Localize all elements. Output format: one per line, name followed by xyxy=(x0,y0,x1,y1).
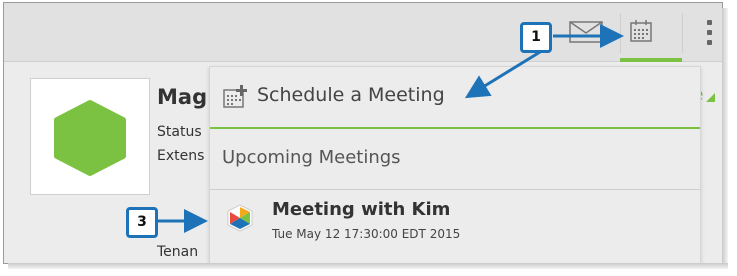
avatar xyxy=(30,78,150,195)
status-label: Status xyxy=(157,124,202,140)
top-toolbar xyxy=(4,3,722,62)
calendar-icon[interactable] xyxy=(629,19,653,47)
frame-shadow-right xyxy=(722,8,728,266)
meeting-list-item[interactable]: Meeting with Kim Tue May 12 17:30:00 EDT… xyxy=(210,190,700,258)
callout-1: 1 xyxy=(520,22,552,53)
contact-name: Mag xyxy=(157,85,208,109)
meetings-dropdown: Schedule a Meeting Upcoming Meetings Mee… xyxy=(209,66,701,263)
frame-shadow-bottom xyxy=(8,263,728,269)
app-window: Mag Status Extens Tenan e Schedule a Mee… xyxy=(3,2,723,264)
schedule-meeting-item[interactable]: Schedule a Meeting xyxy=(210,67,700,129)
mail-icon[interactable] xyxy=(569,21,603,47)
upcoming-meetings-label: Upcoming Meetings xyxy=(222,147,401,168)
tenant-label: Tenan xyxy=(157,244,199,260)
meeting-app-icon xyxy=(225,203,255,237)
toolbar-divider xyxy=(682,13,683,53)
green-corner-indicator xyxy=(706,93,715,102)
upcoming-meetings-header: Upcoming Meetings xyxy=(210,129,700,190)
meeting-title: Meeting with Kim xyxy=(272,199,451,220)
toolbar-divider xyxy=(620,13,621,53)
meeting-time: Tue May 12 17:30:00 EDT 2015 xyxy=(272,227,461,241)
callout-3: 3 xyxy=(126,207,158,238)
overflow-menu-icon[interactable] xyxy=(707,20,713,46)
schedule-meeting-icon xyxy=(222,83,250,113)
extension-label: Extens xyxy=(157,148,205,164)
schedule-meeting-label: Schedule a Meeting xyxy=(257,84,445,106)
